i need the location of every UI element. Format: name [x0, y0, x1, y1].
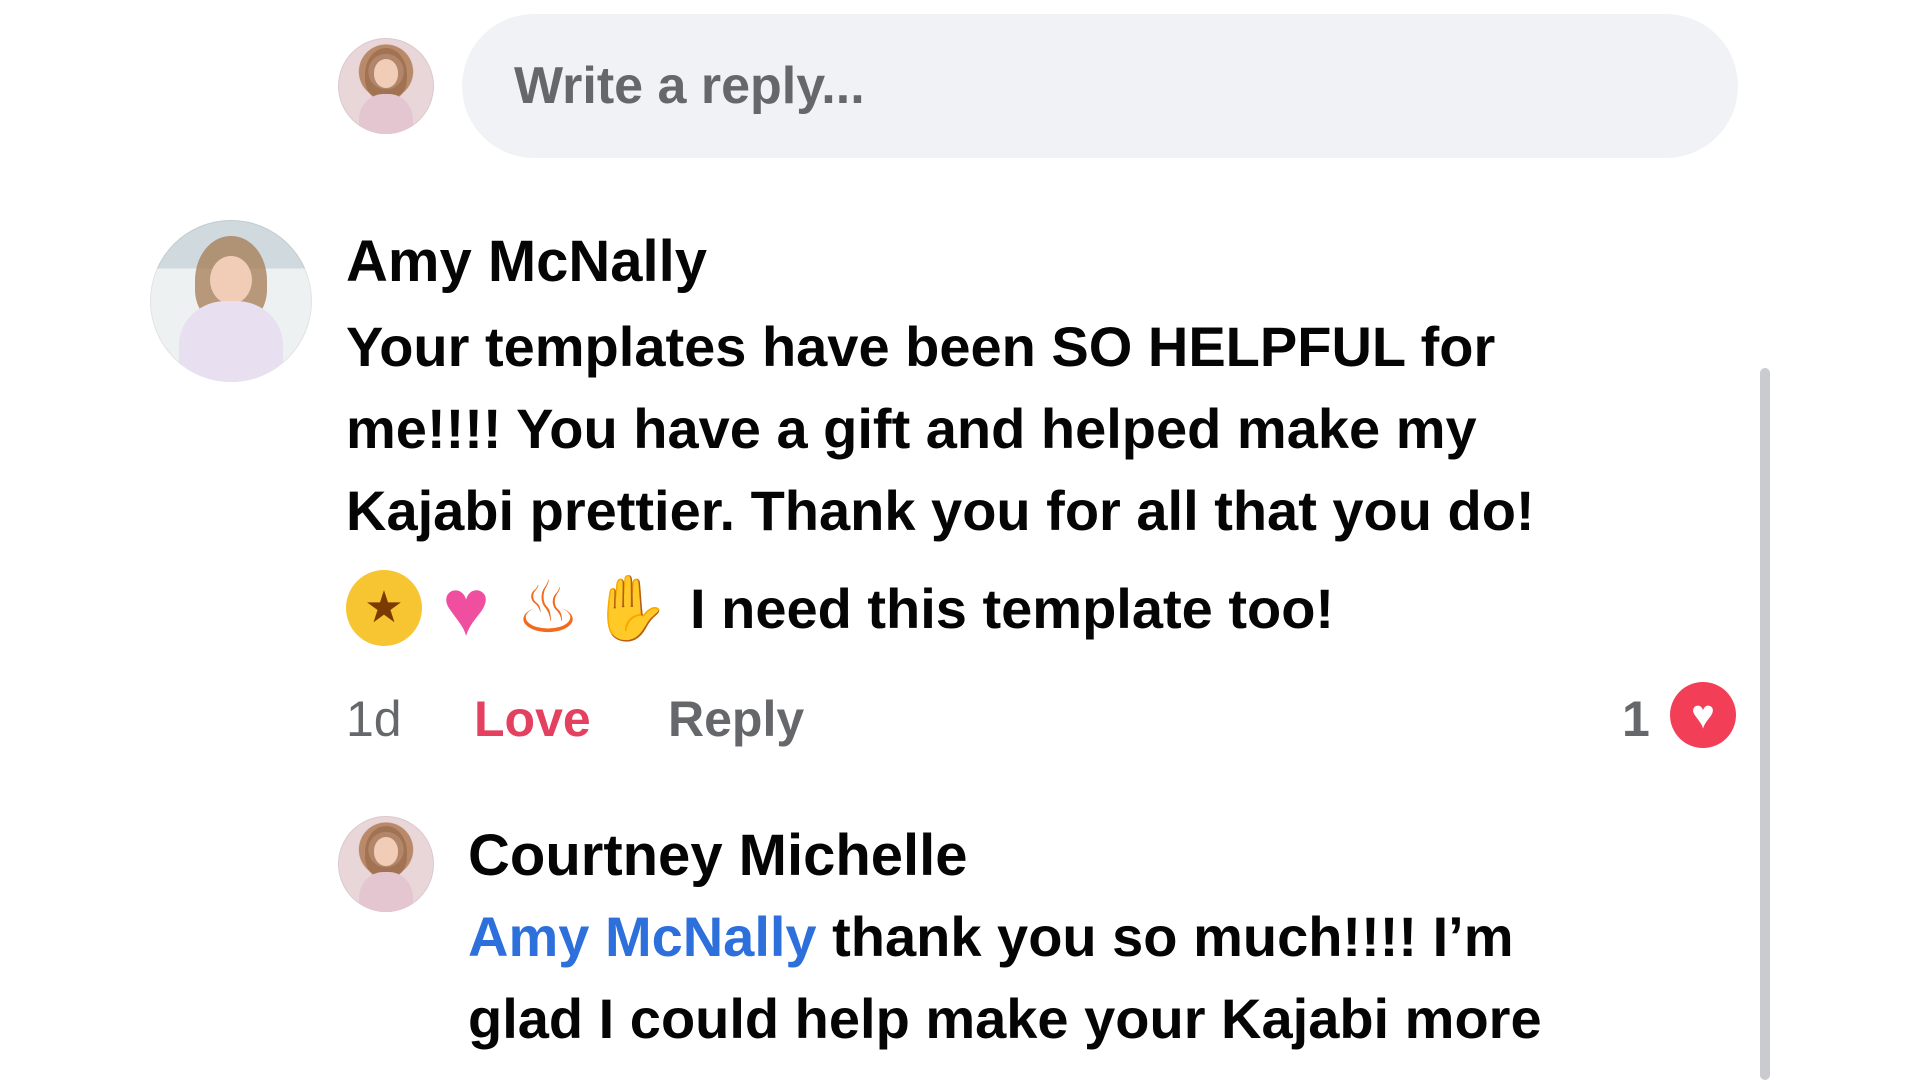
reply-text-line: Amy McNally thank you so much!!!! I’m: [468, 896, 1542, 978]
amy-mcnally-avatar[interactable]: [150, 220, 312, 382]
love-reaction-heart-icon[interactable]: ♥: [1670, 682, 1736, 748]
reply-input-placeholder: Write a reply...: [514, 57, 865, 115]
scrollbar[interactable]: [1760, 368, 1770, 1080]
avatar-face: [373, 59, 399, 88]
avatar-body: [359, 871, 413, 912]
courtney-michelle-avatar[interactable]: [338, 816, 434, 912]
avatar-face: [209, 255, 253, 305]
comment-text-line: Kajabi prettier. Thank you for all that …: [346, 479, 1535, 542]
reply-text-segment: thank you so much!!!! I’m: [816, 905, 1514, 968]
comment-author-name[interactable]: Amy McNally: [346, 228, 707, 295]
reply-author-name[interactable]: Courtney Michelle: [468, 822, 968, 889]
comment-emoji-text: I need this template too!: [690, 576, 1335, 640]
love-reaction-button[interactable]: Love: [474, 690, 591, 748]
comment-text: Your templates have been SO HELPFUL for …: [346, 306, 1535, 552]
sparkling-heart-emoji-icon: ♥: [442, 563, 490, 652]
avatar-face: [373, 837, 399, 866]
comment-text-line: Your templates have been SO HELPFUL for: [346, 315, 1496, 378]
reply-text-line: glad I could help make your Kajabi more: [468, 987, 1542, 1050]
current-user-avatar[interactable]: [338, 38, 434, 134]
fire-emoji-icon: ♨: [515, 568, 581, 648]
comment-emoji-line: ★ ♥ ♨ ✋ I need this template too!: [346, 563, 1335, 652]
avatar-body: [359, 93, 413, 134]
reaction-count[interactable]: 1: [1622, 690, 1650, 748]
mention-link[interactable]: Amy McNally: [468, 905, 817, 968]
comment-timestamp[interactable]: 1d: [346, 690, 402, 748]
reply-text: Amy McNally thank you so much!!!! I’m gl…: [468, 896, 1542, 1060]
clapping-hands-emoji-icon: ✋: [590, 572, 670, 644]
comment-text-line: me!!!! You have a gift and helped make m…: [346, 397, 1477, 460]
avatar-body: [179, 301, 283, 382]
reply-button[interactable]: Reply: [668, 690, 804, 748]
star-struck-emoji-icon: ★: [346, 570, 422, 646]
reply-input[interactable]: Write a reply...: [462, 14, 1738, 158]
